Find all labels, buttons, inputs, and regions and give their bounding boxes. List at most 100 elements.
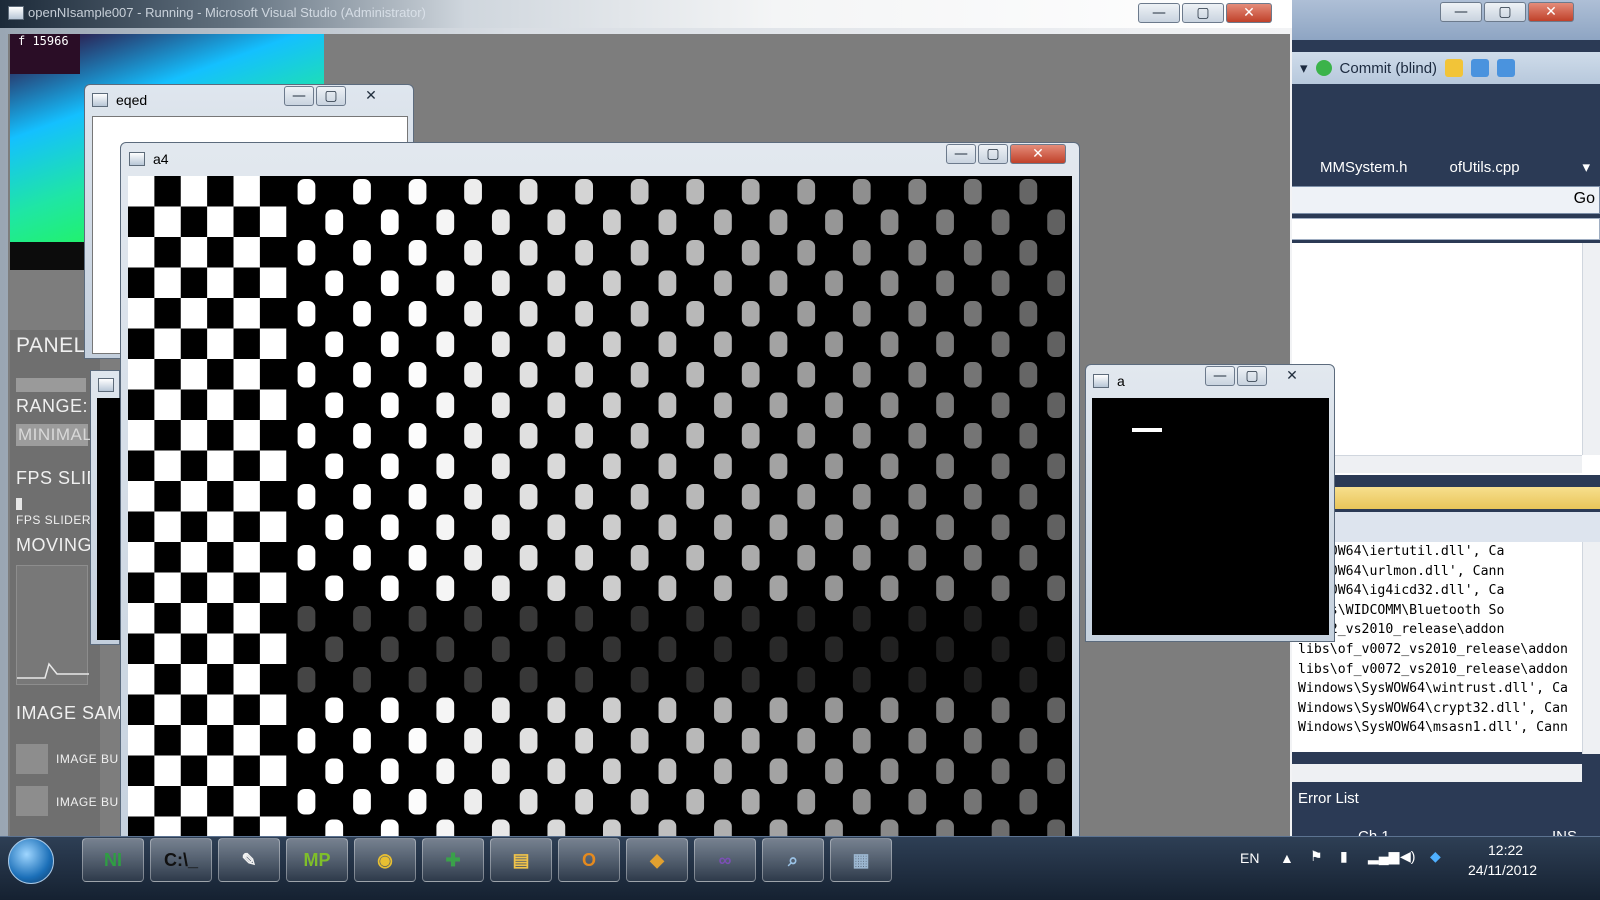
eqed-maximize-button[interactable]: ▢ [316,86,346,106]
dropdown-arrow-icon[interactable]: ▾ [1300,59,1308,77]
pattern-pill [714,270,732,296]
taskbar-app-explorer[interactable]: ▤ [490,838,552,882]
tool-icon: ✚ [445,849,461,870]
clock-date[interactable]: 24/11/2012 [1468,862,1537,878]
clock-time[interactable]: 12:22 [1488,842,1523,858]
pattern-pill [797,728,816,754]
network-icon[interactable]: ▂▄▆ [1368,848,1399,865]
power-icon[interactable]: ▮ [1340,848,1348,865]
app-maximize-button[interactable]: ▢ [1182,3,1224,23]
tab-overflow-icon[interactable]: ▾ [1582,158,1590,176]
push-arrow-icon[interactable] [1497,59,1516,77]
pull-arrow-icon[interactable] [1471,59,1490,77]
image-button-1-toggle[interactable] [16,744,48,774]
eqed-close-button[interactable]: ✕ [348,86,394,106]
fps-slider-handle[interactable] [16,498,22,510]
image-button-2-toggle[interactable] [16,786,48,816]
taskbar-app-notepad[interactable]: ✎ [218,838,280,882]
pattern-cell [233,481,260,512]
a-canvas[interactable] [1092,398,1329,635]
a4-close-button[interactable]: ✕ [1010,144,1066,164]
folder-icon[interactable] [1445,59,1464,77]
pattern-cell [207,694,234,725]
taskbar-app-outlook[interactable]: O [558,838,620,882]
a4-maximize-button[interactable]: ▢ [978,144,1008,164]
start-button-icon[interactable] [8,838,54,884]
pattern-pill [797,606,816,632]
app-close-button[interactable]: ✕ [1226,3,1272,23]
pattern-pill [575,728,593,754]
pattern-pill [603,514,621,540]
eqed-minimize-button[interactable]: — [284,86,314,106]
pattern-pill [769,575,788,601]
output-vertical-scrollbar[interactable] [1582,542,1600,754]
pattern-cell [207,328,234,359]
pattern-pill [325,636,344,662]
vs-close-button[interactable]: ✕ [1528,2,1574,22]
taskbar-app-window[interactable]: ▦ [830,838,892,882]
a-close-button[interactable]: ✕ [1269,366,1315,386]
pattern-pill [1019,179,1038,205]
go-button[interactable]: Go [1574,190,1595,208]
vs-member-dropdown[interactable] [1290,218,1600,240]
vs-minimize-button[interactable]: — [1440,2,1482,22]
tab-mmsystem[interactable]: MMSystem.h [1320,159,1408,176]
pattern-pill [991,392,1010,418]
pattern-pill [603,575,621,601]
a4-pattern-canvas[interactable] [128,176,1072,853]
pattern-pill [630,240,649,266]
pattern-pill [491,514,510,540]
pattern-pill [825,697,843,723]
taskbar-app-ni-app[interactable]: NI [82,838,144,882]
pattern-pill [825,270,843,296]
volume-icon[interactable]: ◀) [1400,848,1415,865]
pattern-cell [207,267,234,298]
pattern-pill [547,575,566,601]
pattern-pill [991,758,1010,784]
a-minimize-button[interactable]: — [1205,366,1235,386]
app-window-icon [8,6,24,20]
vs-maximize-button[interactable]: ▢ [1484,2,1526,22]
output-horizontal-scrollbar[interactable] [1290,764,1582,782]
taskbar-app-chrome[interactable]: ◉ [354,838,416,882]
a4-minimize-button[interactable]: — [946,144,976,164]
pattern-cell [233,237,260,268]
action-center-flag-icon[interactable]: ⚑ [1310,848,1323,865]
commit-button[interactable]: Commit (blind) [1340,60,1438,77]
a-maximize-button[interactable]: ▢ [1237,366,1267,386]
show-hidden-icons-icon[interactable]: ▲ [1280,850,1294,866]
pattern-pill [353,179,371,205]
minimal-toggle[interactable]: MINIMAL [16,424,92,446]
pattern-pill [297,484,316,510]
taskbar-app-cmd[interactable]: C:\_ [150,838,212,882]
pattern-pill [797,423,816,449]
taskbar-app-search[interactable]: ⌕ [762,838,824,882]
pattern-pill [519,240,538,266]
pattern-pill [325,514,344,540]
error-list-tab[interactable]: Error List [1290,790,1600,812]
dropbox-icon[interactable]: ◆ [1430,848,1441,865]
tab-ofutils[interactable]: ofUtils.cpp [1450,159,1520,176]
pattern-pill [963,301,982,327]
vs-code-editor[interactable] [1290,243,1600,475]
editor-vertical-scrollbar[interactable] [1582,243,1600,455]
taskbar-app-tool[interactable]: ✚ [422,838,484,882]
pattern-pill [603,758,621,784]
language-indicator[interactable]: EN [1240,850,1259,866]
taskbar-app-mp[interactable]: MP [286,838,348,882]
panel-slider-bar[interactable] [16,378,86,392]
pattern-cell [154,755,181,786]
pattern-cell [233,603,260,634]
output-source-dropdown[interactable] [1330,512,1600,542]
vs-navigation-bar[interactable]: Go [1290,186,1600,214]
app-minimize-button[interactable]: — [1138,3,1180,23]
pattern-cell [259,633,287,664]
taskbar-app-palette[interactable]: ◆ [626,838,688,882]
taskbar-app-vs[interactable]: ∞ [694,838,756,882]
pattern-pill [630,362,649,388]
pattern-cell [180,664,208,695]
pattern-pill [353,301,371,327]
pattern-pill [908,301,927,327]
moving-graph-line [17,662,89,679]
pattern-cell [207,389,234,420]
